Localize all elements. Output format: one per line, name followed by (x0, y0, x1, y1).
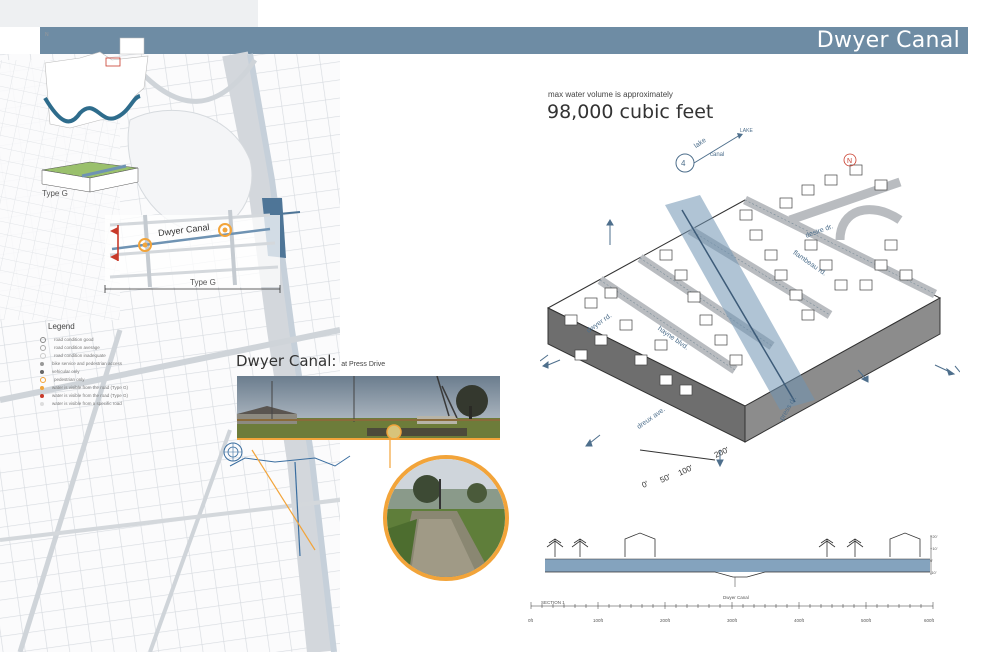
press-locator (223, 438, 391, 557)
legend-item: road condition inadequate (40, 353, 106, 359)
scale-tick-label: 600ft (924, 618, 935, 623)
canal-photo (387, 459, 505, 577)
city-inset-map: N (43, 32, 149, 129)
type-g-label-bottom: Type G (190, 278, 216, 287)
canal-photo-circle (383, 455, 509, 581)
legend-swatch (40, 369, 44, 374)
legend-item: water is visible from the road (Type G) (40, 393, 128, 398)
legend-item: water is visible from a specific road (40, 401, 122, 406)
page-title: Dwyer Canal (816, 28, 960, 53)
legend-item: water is visible from the road (Type G) (40, 385, 128, 390)
press-title-main: Dwyer Canal: (236, 352, 337, 370)
svg-text:N: N (847, 158, 852, 165)
legend-swatch (40, 385, 44, 390)
scale-tick-label: 500ft (861, 618, 872, 623)
legend-swatch (40, 353, 46, 359)
legend-title: Legend (48, 322, 75, 331)
scale-tick-label: 400ft (794, 618, 805, 623)
section-scale-bar (530, 602, 934, 609)
volume-label: max water volume is approximately (548, 90, 673, 99)
legend-item: road condition good (40, 337, 94, 343)
press-drive-panorama (237, 376, 500, 438)
callout-lake-right: LAKE (740, 128, 753, 134)
callout-canal-label: canal (710, 152, 725, 158)
section-level-mark: +20' (930, 534, 938, 539)
legend-item: vehicular only (40, 369, 80, 374)
section-level-mark: -10' (930, 570, 937, 575)
legend-swatch (40, 361, 44, 366)
legend-swatch (40, 393, 44, 398)
press-drive-title: Dwyer Canal: at Press Drive (236, 352, 385, 370)
legend-swatch (40, 337, 46, 343)
scale-tick-label: 0ft (528, 618, 534, 623)
scale-tick-label: 300ft (727, 618, 738, 623)
scale-tick-label: 100ft (593, 618, 604, 623)
legend-item: road condition average (40, 345, 100, 351)
poster-page: { "header": {"title": "Dwyer Canal"}, "m… (0, 0, 1008, 652)
press-title-sub: at Press Drive (341, 361, 386, 368)
photo-strip-underline (237, 438, 500, 440)
legend-item: bike service and pedestrian access (40, 361, 122, 366)
legend-swatch (40, 401, 44, 406)
legend-swatch (40, 345, 46, 351)
section-drawing (545, 532, 932, 587)
type-g-label-left: Type G (42, 189, 68, 198)
legend-item: pedestrian only (40, 377, 85, 383)
svg-text:N: N (45, 32, 49, 38)
legend-swatch (40, 377, 46, 383)
axonometric-diagram: 4 N (540, 133, 960, 468)
section-level-mark: +10' (930, 546, 938, 551)
svg-text:4: 4 (681, 159, 686, 168)
scale-tick-label: 200ft (660, 618, 671, 623)
section-level-mark: 0' (930, 558, 933, 563)
